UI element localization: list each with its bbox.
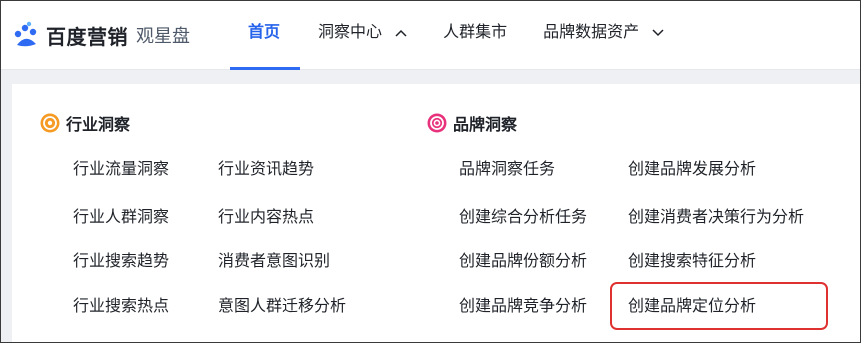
link-consumer-intent[interactable]: 消费者意图识别	[218, 247, 330, 271]
link-intent-crowd-migration[interactable]: 意图人群迁移分析	[218, 292, 346, 316]
nav-brand-assets-label: 品牌数据资产	[543, 22, 640, 41]
target-icon	[40, 113, 60, 133]
main-nav: 首页 洞察中心 人群集市 品牌数据资产	[230, 0, 682, 70]
link-industry-content-hot[interactable]: 行业内容热点	[218, 203, 314, 227]
baidu-paw-icon	[14, 21, 37, 47]
brand-title-text: 品牌洞察	[453, 115, 518, 134]
link-create-brand-positioning[interactable]: 创建品牌定位分析	[628, 292, 756, 316]
nav-crowd-market[interactable]: 人群集市	[425, 0, 525, 70]
link-create-search-feature[interactable]: 创建搜索特征分析	[628, 247, 756, 271]
nav-brand-assets[interactable]: 品牌数据资产	[525, 0, 682, 70]
link-industry-search-hot[interactable]: 行业搜索热点	[73, 292, 169, 316]
link-brand-insight-task[interactable]: 品牌洞察任务	[459, 155, 555, 179]
link-industry-traffic[interactable]: 行业流量洞察	[73, 155, 169, 179]
link-industry-news-trend[interactable]: 行业资讯趋势	[218, 155, 314, 179]
link-create-brand-competition[interactable]: 创建品牌竞争分析	[459, 292, 587, 316]
brand-logo[interactable]: 百度营销 观星盘	[12, 18, 190, 52]
brand-name: 百度营销	[46, 24, 128, 49]
link-create-brand-development[interactable]: 创建品牌发展分析	[628, 155, 756, 179]
nav-insight-center[interactable]: 洞察中心	[300, 0, 425, 70]
nav-insight-label: 洞察中心	[318, 22, 383, 41]
link-create-consumer-decision[interactable]: 创建消费者决策行为分析	[628, 203, 804, 227]
industry-section-title: 行业洞察	[40, 111, 130, 135]
nav-crowd-label: 人群集市	[443, 22, 508, 41]
spiral-icon	[427, 113, 447, 133]
nav-home-label: 首页	[248, 22, 281, 41]
insight-dropdown-panel: 行业洞察 行业流量洞察 行业人群洞察 行业搜索趋势 行业搜索热点 行业资讯趋势 …	[12, 84, 861, 343]
top-navigation: 百度营销 观星盘 首页 洞察中心 人群集市 品牌数据资产	[0, 0, 861, 70]
industry-title-text: 行业洞察	[66, 115, 131, 134]
link-create-brand-share[interactable]: 创建品牌份额分析	[459, 247, 587, 271]
brand-section-title: 品牌洞察	[427, 111, 517, 135]
product-name: 观星盘	[136, 26, 190, 47]
chevron-down-icon	[652, 28, 664, 36]
link-industry-crowd[interactable]: 行业人群洞察	[73, 203, 169, 227]
link-create-comprehensive-task[interactable]: 创建综合分析任务	[459, 203, 587, 227]
nav-home[interactable]: 首页	[230, 0, 301, 70]
chevron-up-icon	[395, 29, 407, 37]
link-industry-search-trend[interactable]: 行业搜索趋势	[73, 247, 169, 271]
